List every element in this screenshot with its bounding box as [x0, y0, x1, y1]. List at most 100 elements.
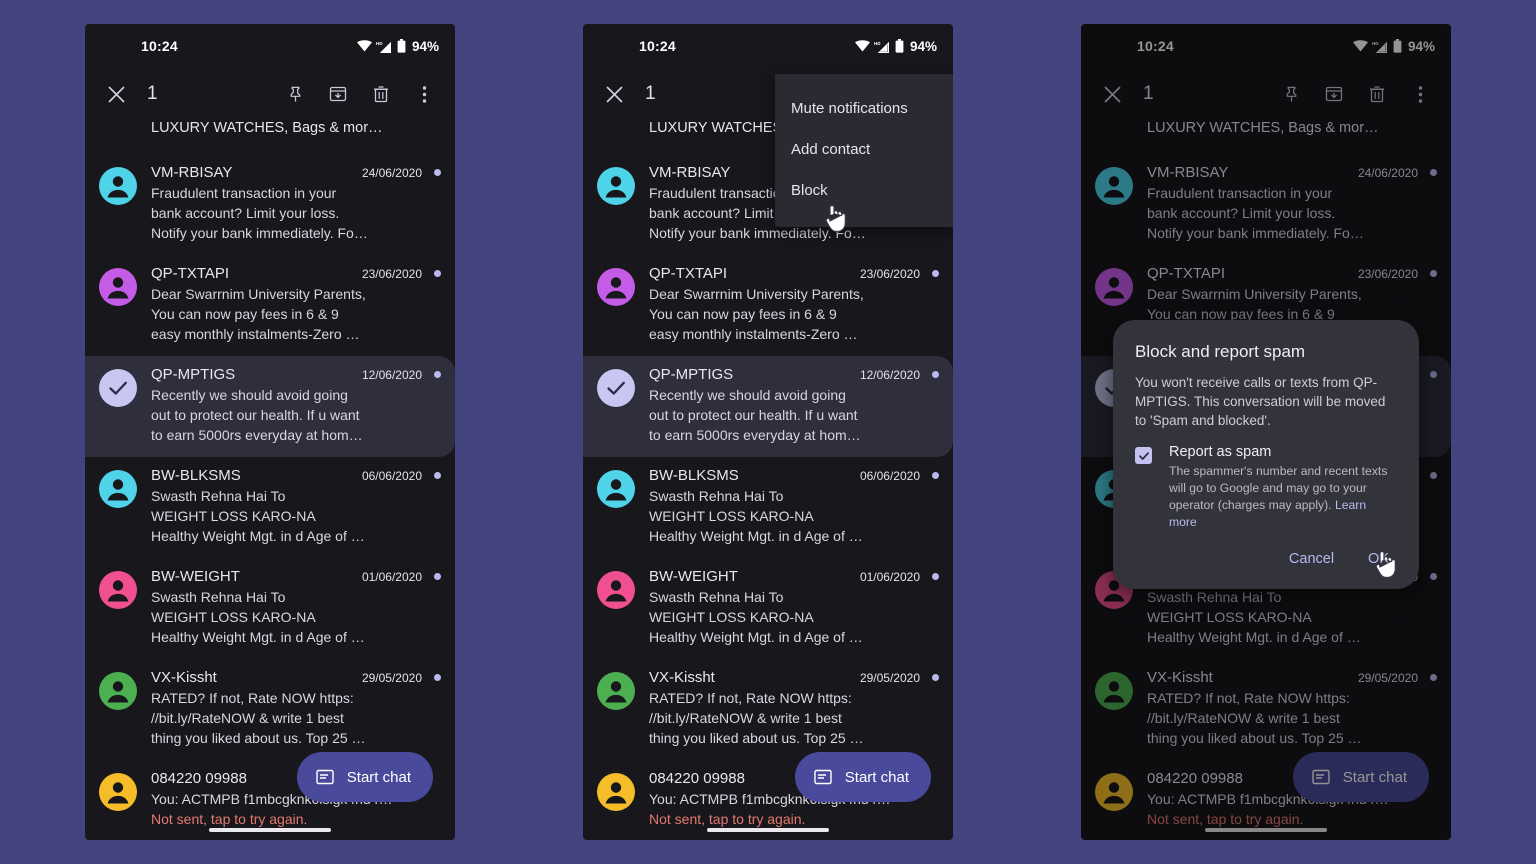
avatar[interactable]: [597, 672, 635, 710]
avatar[interactable]: [99, 571, 137, 609]
conversation-row[interactable]: QP-TXTAPI 23/06/2020 Dear Swarrnim Univers…: [85, 255, 455, 356]
conversation-snippet: Swasth Rehna Hai ToWEIGHT LOSS KARO-NAHe…: [649, 589, 863, 645]
start-chat-fab[interactable]: Start chat: [296, 752, 433, 802]
phone-panel-3: 10:24 HD 94% 1 LUXURY WATCHES, Bags & mo…: [1081, 24, 1451, 840]
more-vertical-icon[interactable]: [407, 77, 441, 111]
battery-percent: 94%: [411, 38, 439, 54]
phone-screen-3: 10:24 HD 94% 1 LUXURY WATCHES, Bags & mo…: [1081, 24, 1451, 840]
conversation-name: QP-MPTIGS: [649, 366, 734, 383]
conversation-row[interactable]: BW-BLKSMS 06/06/2020 Swasth Rehna Hai ToWE…: [85, 457, 455, 558]
avatar[interactable]: [597, 167, 635, 205]
conversation-date: 29/05/2020: [859, 671, 920, 685]
conversation-row[interactable]: QP-MPTIGS 12/06/2020 Recently we should av…: [583, 356, 953, 457]
phone-screen-2: 10:24 HD 94% 1 LUXURY WATCHES, Bags & mo…: [583, 24, 953, 840]
avatar[interactable]: [597, 470, 635, 508]
cancel-button[interactable]: Cancel: [1289, 551, 1334, 567]
conversation-name: BW-WEIGHT: [649, 568, 738, 585]
report-as-spam-label: Report as spam: [1169, 444, 1272, 460]
conversation-body: VX-Kissht 29/05/2020 RATED? If not, Rate N…: [137, 669, 441, 748]
conversation-body: QP-MPTIGS 12/06/2020 Recently we should av…: [137, 366, 441, 445]
block-and-report-spam-dialog: Block and report spam You won't receive …: [1113, 320, 1419, 589]
pin-icon[interactable]: [278, 77, 312, 111]
avatar[interactable]: [99, 672, 137, 710]
conversation-header: BW-BLKSMS 06/06/2020: [649, 467, 939, 484]
conversation-name: BW-WEIGHT: [151, 568, 240, 585]
report-as-spam-text: Report as spam The spammer's number and …: [1152, 444, 1397, 531]
conversation-row[interactable]: VX-Kissht 29/05/2020 RATED? If not, Rate N…: [583, 659, 953, 760]
menu-item-block[interactable]: Block: [775, 170, 953, 211]
phone-screen-1: 10:24 HD 94% 1 LUXURY WATCHES, Bags & mo…: [85, 24, 455, 840]
conversation-header: QP-MPTIGS 12/06/2020: [151, 366, 441, 383]
menu-item-add-contact[interactable]: Add contact: [775, 129, 953, 170]
selection-action-bar: 1: [85, 68, 455, 120]
report-as-spam-checkbox[interactable]: [1135, 447, 1152, 464]
selection-count: 1: [645, 83, 656, 104]
conversation-snippet: Fraudulent transaction in your bank accou…: [151, 185, 368, 241]
conversation-snippet: Swasth Rehna Hai ToWEIGHT LOSS KARO-NAHe…: [151, 589, 365, 645]
avatar-selected-check[interactable]: [597, 369, 635, 407]
unread-dot: [932, 472, 939, 479]
home-indicator[interactable]: [707, 828, 829, 832]
ok-button[interactable]: OK: [1368, 551, 1389, 567]
conversation-row[interactable]: BW-WEIGHT 01/06/2020 Swasth Rehna Hai ToWE…: [85, 558, 455, 659]
action-bar-buttons: [278, 77, 441, 111]
avatar-selected-check[interactable]: [99, 369, 137, 407]
selection-count: 1: [147, 83, 158, 104]
conversation-header: QP-TXTAPI 23/06/2020: [649, 265, 939, 282]
conversation-body: QP-TXTAPI 23/06/2020 Dear Swarrnim Univers…: [635, 265, 939, 344]
conversation-body: QP-MPTIGS 12/06/2020 Recently we should av…: [635, 366, 939, 445]
menu-item-mute-notifications[interactable]: Mute notifications: [775, 88, 953, 129]
conversation-name: QP-MPTIGS: [151, 366, 236, 383]
avatar[interactable]: [99, 268, 137, 306]
conversation-name: VM-RBISAY: [151, 164, 233, 181]
conversation-row[interactable]: VM-RBISAY 24/06/2020 Fraudulent transactio…: [85, 154, 455, 255]
conversation-snippet: RATED? If not, Rate NOW https://bit.ly/R…: [649, 690, 864, 746]
avatar[interactable]: [597, 571, 635, 609]
signal-hd-icon: HD: [874, 40, 891, 53]
avatar[interactable]: [597, 773, 635, 811]
conversation-date: 12/06/2020: [859, 368, 920, 382]
conversation-name: BW-BLKSMS: [649, 467, 739, 484]
conversation-row[interactable]: BW-BLKSMS 06/06/2020 Swasth Rehna Hai ToWE…: [583, 457, 953, 558]
start-chat-fab[interactable]: Start chat: [794, 752, 931, 802]
avatar[interactable]: [99, 167, 137, 205]
wifi-icon: [356, 40, 372, 52]
conversation-body: VM-RBISAY 24/06/2020 Fraudulent transactio…: [137, 164, 441, 243]
trash-icon[interactable]: [364, 77, 398, 111]
send-error-text[interactable]: Not sent, tap to try again.: [649, 811, 805, 827]
partial-top-row[interactable]: LUXURY WATCHES, Bags & mor…: [85, 120, 455, 154]
avatar[interactable]: [99, 773, 137, 811]
conversation-header: BW-WEIGHT 01/06/2020: [151, 568, 441, 585]
conversation-body: BW-WEIGHT 01/06/2020 Swasth Rehna Hai ToWE…: [635, 568, 939, 647]
unread-dot: [434, 371, 441, 378]
conversation-row[interactable]: VX-Kissht 29/05/2020 RATED? If not, Rate N…: [85, 659, 455, 760]
conversation-date: 01/06/2020: [859, 570, 920, 584]
conversation-row[interactable]: BW-WEIGHT 01/06/2020 Swasth Rehna Hai ToWE…: [583, 558, 953, 659]
archive-icon[interactable]: [321, 77, 355, 111]
conversation-row[interactable]: QP-TXTAPI 23/06/2020 Dear Swarrnim Univers…: [583, 255, 953, 356]
avatar[interactable]: [99, 470, 137, 508]
unread-dot: [434, 573, 441, 580]
avatar[interactable]: [597, 268, 635, 306]
conversation-body: BW-BLKSMS 06/06/2020 Swasth Rehna Hai ToWE…: [635, 467, 939, 546]
overflow-menu: Mute notifications Add contact Block: [775, 74, 953, 227]
conversation-row[interactable]: QP-MPTIGS 12/06/2020 Recently we should av…: [85, 356, 455, 457]
status-bar: 10:24 HD 94%: [85, 24, 455, 68]
conversation-date: 23/06/2020: [361, 267, 422, 281]
send-error-text[interactable]: Not sent, tap to try again.: [151, 811, 307, 827]
screenshot-stage: 10:24 HD 94% 1 LUXURY WATCHES, Bags & mo…: [0, 0, 1536, 864]
dialog-actions: Cancel OK: [1135, 531, 1397, 579]
signal-hd-icon: HD: [376, 40, 393, 53]
message-icon: [813, 767, 833, 787]
start-chat-label: Start chat: [346, 768, 411, 786]
unread-dot: [932, 270, 939, 277]
home-indicator[interactable]: [209, 828, 331, 832]
conversation-snippet: Dear Swarrnim University Parents, You can…: [151, 286, 366, 342]
report-as-spam-row[interactable]: Report as spam The spammer's number and …: [1135, 444, 1397, 531]
conversation-name: QP-TXTAPI: [649, 265, 728, 282]
close-icon[interactable]: [597, 77, 631, 111]
conversation-body: BW-WEIGHT 01/06/2020 Swasth Rehna Hai ToWE…: [137, 568, 441, 647]
start-chat-label: Start chat: [844, 768, 909, 786]
close-icon[interactable]: [99, 77, 133, 111]
conversation-snippet: Recently we should avoid goingout to pro…: [649, 387, 861, 443]
